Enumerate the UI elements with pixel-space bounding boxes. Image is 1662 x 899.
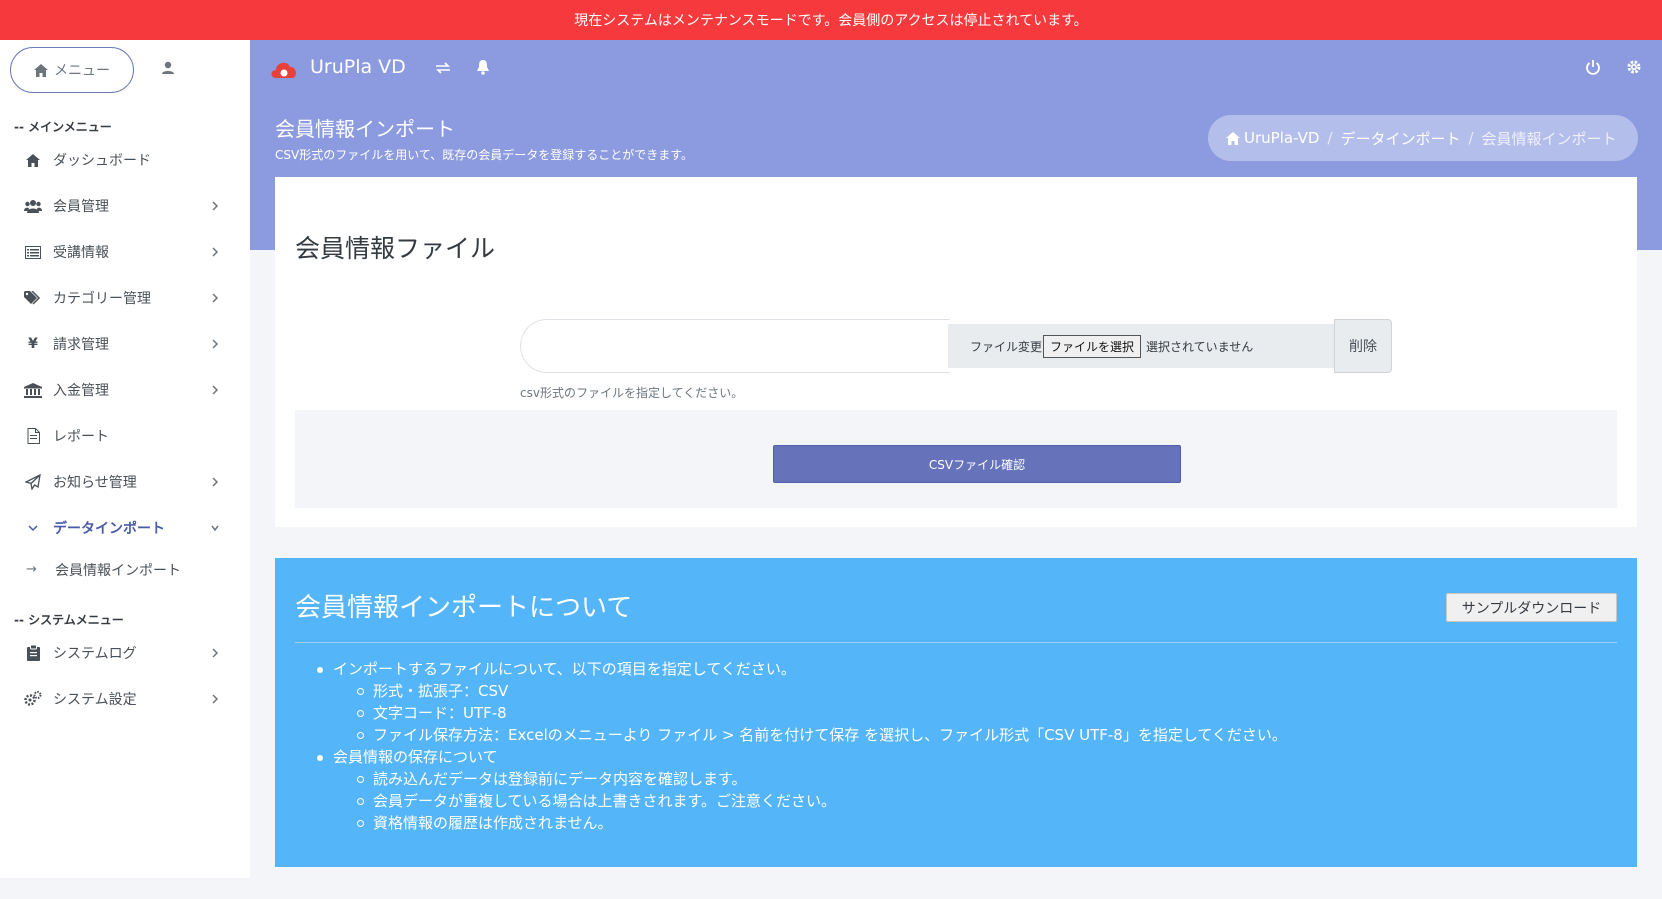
sidebar-item-notices[interactable]: お知らせ管理: [0, 464, 250, 500]
chevron-right-icon: [212, 385, 219, 395]
sidebar-item-label: お知らせ管理: [53, 475, 137, 491]
tags-icon: [24, 290, 42, 306]
sidebar-item-system-log[interactable]: システムログ: [0, 635, 250, 671]
sidebar-item-label: システムログ: [53, 646, 137, 662]
sidebar-item-system-settings[interactable]: システム設定: [0, 681, 250, 717]
user-icon[interactable]: [160, 60, 176, 76]
chevron-down-icon: [24, 520, 42, 536]
import-instructions: インポートするファイルについて、以下の項目を指定してください。 形式・拡張子：C…: [315, 658, 1287, 834]
sidebar-item-label: 入金管理: [53, 383, 109, 399]
chevron-right-icon: [212, 648, 219, 658]
system-menu-heading: -- システムメニュー: [14, 613, 124, 627]
breadcrumb-separator: /: [1327, 129, 1333, 147]
sidebar: メニュー -- メインメニュー ダッシュボード 会員管理 受講情報 カテゴリー管…: [0, 40, 250, 878]
list-item: 会員情報の保存について: [315, 746, 1287, 768]
clipboard-icon: [24, 645, 42, 661]
file-path-input[interactable]: [520, 319, 950, 373]
card-title: 会員情報インポートについて: [295, 593, 633, 623]
file-change-label: ファイル変更: [970, 339, 1043, 354]
menu-button[interactable]: メニュー: [10, 47, 134, 93]
list-item: 読み込んだデータは登録前にデータ内容を確認します。: [315, 768, 1287, 790]
file-icon: [24, 428, 42, 444]
list-item: 会員データが重複している場合は上書きされます。ご注意ください。: [315, 790, 1287, 812]
no-file-selected-text: 選択されていません: [1146, 339, 1254, 354]
sidebar-item-label: システム設定: [53, 692, 137, 708]
sidebar-item-categories[interactable]: カテゴリー管理: [0, 280, 250, 316]
delete-button[interactable]: 削除: [1334, 319, 1392, 373]
breadcrumb-home[interactable]: UruPla-VD: [1244, 129, 1319, 147]
list-item: インポートするファイルについて、以下の項目を指定してください。: [315, 658, 1287, 680]
file-hint: csv形式のファイルを指定してください。: [520, 386, 744, 400]
sidebar-item-label: カテゴリー管理: [53, 291, 151, 307]
sidebar-item-label: 受講情報: [53, 245, 109, 261]
sidebar-item-data-import[interactable]: データインポート: [0, 510, 250, 546]
sidebar-item-label: 会員管理: [53, 199, 109, 215]
bell-icon[interactable]: [476, 59, 490, 75]
home-icon: [1226, 131, 1240, 145]
divider: [295, 642, 1617, 643]
logo-icon: [271, 62, 296, 78]
chevron-down-icon: [211, 525, 219, 532]
chevron-right-icon: [212, 694, 219, 704]
maintenance-banner: 現在システムはメンテナンスモードです。会員側のアクセスは停止されています。: [0, 0, 1662, 40]
breadcrumb-separator: /: [1468, 129, 1474, 147]
file-upload-card: 会員情報ファイル ファイル変更 ファイルを選択 選択されていません 削除 csv…: [275, 177, 1637, 527]
sidebar-item-billing[interactable]: ¥ 請求管理: [0, 326, 250, 362]
gear-icon[interactable]: [1626, 59, 1642, 75]
csv-confirm-button[interactable]: CSVファイル確認: [773, 445, 1181, 483]
menu-button-label: メニュー: [54, 63, 110, 79]
paper-plane-icon: [24, 474, 42, 490]
home-icon: [24, 152, 42, 168]
sidebar-item-reports[interactable]: レポート: [0, 418, 250, 454]
main-menu-heading: -- メインメニュー: [14, 120, 112, 134]
chevron-right-icon: [212, 201, 219, 211]
list-item: 文字コード：UTF-8: [315, 702, 1287, 724]
bank-icon: [24, 382, 42, 398]
sidebar-subitem-member-import[interactable]: → 会員情報インポート: [0, 555, 250, 585]
list-item: 資格情報の履歴は作成されません。: [315, 812, 1287, 834]
cogs-icon: [24, 691, 42, 707]
top-navbar: UruPla VD: [250, 40, 1662, 100]
yen-icon: ¥: [28, 336, 38, 352]
choose-file-button[interactable]: ファイルを選択: [1043, 334, 1142, 358]
chevron-right-icon: [212, 339, 219, 349]
page-title: 会員情報インポート: [275, 117, 455, 141]
sidebar-item-label: データインポート: [53, 521, 165, 537]
power-icon[interactable]: [1585, 59, 1601, 75]
home-icon: [34, 63, 48, 77]
chevron-right-icon: [212, 477, 219, 487]
sidebar-item-courses[interactable]: 受講情報: [0, 234, 250, 270]
arrow-right-icon: →: [26, 562, 37, 577]
breadcrumb: UruPla-VD / データインポート / 会員情報インポート: [1208, 115, 1638, 161]
chevron-right-icon: [212, 293, 219, 303]
breadcrumb-section[interactable]: データインポート: [1340, 128, 1460, 149]
card-title: 会員情報ファイル: [295, 234, 496, 263]
chevron-right-icon: [212, 247, 219, 257]
file-picker[interactable]: ファイル変更 ファイルを選択 選択されていません: [948, 324, 1341, 368]
list-item: 形式・拡張子：CSV: [315, 680, 1287, 702]
brand-name: UruPla VD: [310, 56, 406, 78]
list-item: ファイル保存方法：Excelのメニューより ファイル > 名前を付けて保存 を選…: [315, 724, 1287, 746]
import-info-card: 会員情報インポートについて サンプルダウンロード インポートするファイルについて…: [275, 558, 1637, 867]
card-footer: CSVファイル確認: [295, 410, 1617, 508]
sidebar-item-payments[interactable]: 入金管理: [0, 372, 250, 408]
sidebar-item-dashboard[interactable]: ダッシュボード: [0, 142, 250, 178]
breadcrumb-current: 会員情報インポート: [1481, 129, 1617, 148]
sidebar-item-members[interactable]: 会員管理: [0, 188, 250, 224]
list-icon: [24, 244, 42, 260]
sidebar-item-label: 請求管理: [53, 337, 109, 353]
swap-icon[interactable]: [435, 61, 451, 75]
sidebar-item-label: レポート: [53, 429, 109, 445]
sample-download-button[interactable]: サンプルダウンロード: [1446, 593, 1617, 622]
sidebar-subitem-label: 会員情報インポート: [55, 563, 181, 579]
sidebar-item-label: ダッシュボード: [53, 153, 151, 169]
page-description: CSV形式のファイルを用いて、既存の会員データを登録することができます。: [275, 148, 694, 162]
users-icon: [24, 198, 42, 214]
